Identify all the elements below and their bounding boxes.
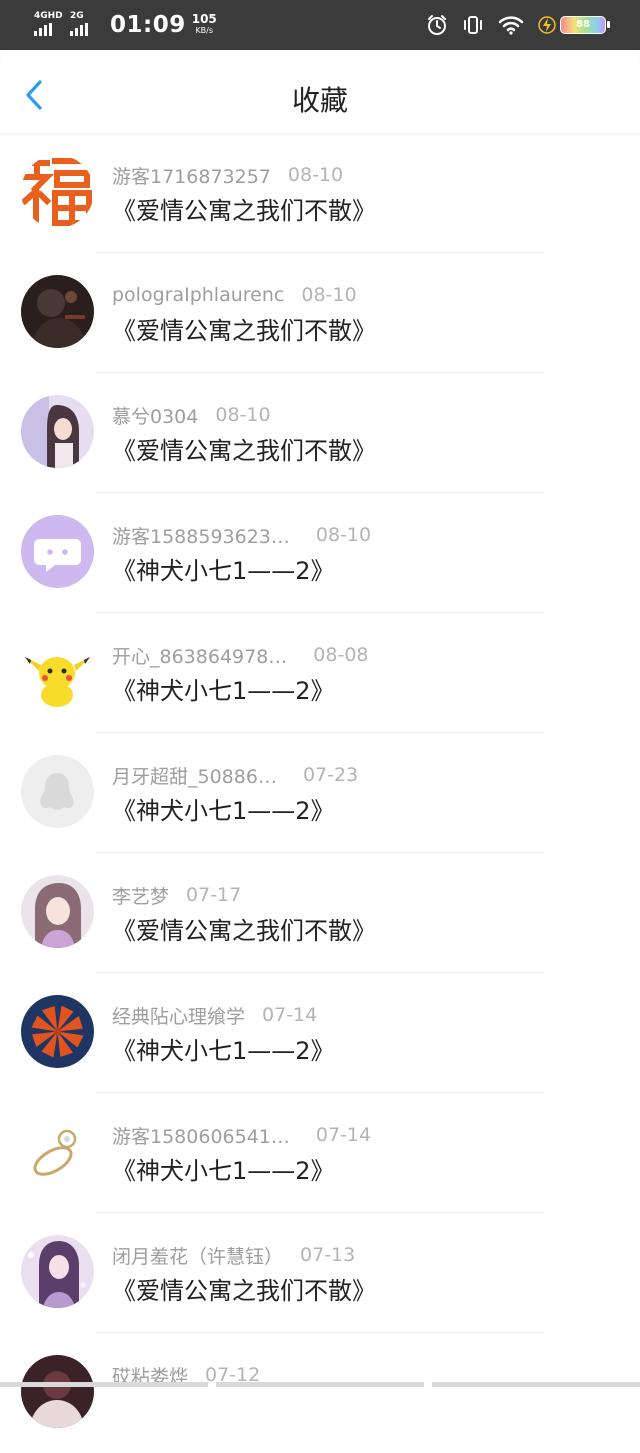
charging-icon <box>538 16 556 34</box>
list-item[interactable]: 闭月羞花（许慧钰） 07-13 《爱情公寓之我们不散》 <box>0 1213 640 1333</box>
username[interactable]: 月牙超甜_50886… <box>112 762 277 789</box>
item-meta: 李艺梦 07-17 <box>112 881 241 909</box>
date: 07-13 <box>300 1244 356 1266</box>
date: 08-08 <box>313 644 369 666</box>
orange-flower-avatar[interactable] <box>21 995 94 1068</box>
item-meta: 闭月羞花（许慧钰） 07-13 <box>112 1241 355 1269</box>
item-meta: 经典阽心理飨学 07-14 <box>112 1001 317 1029</box>
item-meta: 游客1580606541… 07-14 <box>112 1121 371 1149</box>
chat-bubble-avatar[interactable] <box>21 515 94 588</box>
page-title: 收藏 <box>291 84 348 117</box>
username[interactable]: 经典阽心理飨学 <box>112 1002 245 1029</box>
network-speed: 105 KB/s <box>191 12 217 35</box>
list-item[interactable]: 游客1716873257 08-10 《爱情公寓之我们不散》 <box>0 133 640 253</box>
dark-photo-avatar[interactable] <box>21 275 94 348</box>
battery-icon: 88 <box>560 16 610 34</box>
item-meta: 慕兮0304 08-10 <box>112 401 271 429</box>
list-item[interactable]: 月牙超甜_50886… 07-23 《神犬小七1——2》 <box>0 733 640 853</box>
book-title[interactable]: 《爱情公寓之我们不散》 <box>112 191 376 226</box>
item-meta: 月牙超甜_50886… 07-23 <box>112 761 358 789</box>
list-item[interactable]: 砹粘娄烨 07-12 <box>0 1333 640 1453</box>
wifi-icon <box>498 16 524 35</box>
list-item[interactable]: 游客1580606541… 07-14 《神犬小七1——2》 <box>0 1093 640 1213</box>
dark-photo-avatar[interactable] <box>21 1355 94 1428</box>
anime-girl-avatar[interactable] <box>21 395 94 468</box>
signal-4g-icon: 4GHD <box>34 10 66 40</box>
vibrate-icon <box>464 16 482 34</box>
page-header: 收藏 <box>0 50 640 133</box>
username[interactable]: 闭月羞花（许慧钰） <box>112 1242 283 1269</box>
username[interactable]: 慕兮0304 <box>112 402 198 429</box>
book-title[interactable]: 《神犬小七1——2》 <box>112 791 335 826</box>
clock: 01:09 <box>110 12 186 38</box>
date: 07-14 <box>315 1124 372 1146</box>
username[interactable]: 开心_863864978… <box>112 642 287 669</box>
anime-girl-avatar[interactable] <box>21 1235 94 1308</box>
username[interactable]: 游客1716873257 <box>112 162 271 189</box>
date: 08-10 <box>287 164 344 186</box>
fu-character-avatar[interactable] <box>21 155 94 228</box>
book-title[interactable]: 《神犬小七1——2》 <box>112 1031 335 1066</box>
ring-avatar[interactable] <box>21 1115 94 1188</box>
date: 08-10 <box>215 404 271 426</box>
status-bar: 4GHD 2G 01:09 105 KB/s 88 <box>0 0 640 50</box>
signal-2g-icon: 2G <box>70 10 102 40</box>
list-item[interactable]: polograIphlaurenc 08-10 《爱情公寓之我们不散》 <box>0 253 640 373</box>
item-meta: 开心_863864978… 08-08 <box>112 641 369 669</box>
pikachu-avatar[interactable] <box>21 635 94 708</box>
date: 08-10 <box>301 284 357 306</box>
bottom-indicator <box>0 1382 640 1387</box>
item-meta: 游客1588593623… 08-10 <box>112 521 371 549</box>
book-title[interactable]: 《爱情公寓之我们不散》 <box>112 911 376 946</box>
book-title[interactable]: 《爱情公寓之我们不散》 <box>112 311 376 346</box>
list-item[interactable]: 开心_863864978… 08-08 《神犬小七1——2》 <box>0 613 640 733</box>
username[interactable]: polograIphlaurenc <box>112 284 284 306</box>
favorites-list: 游客1716873257 08-10 《爱情公寓之我们不散》 polograIp… <box>0 133 640 1453</box>
item-meta: polograIphlaurenc 08-10 <box>112 281 357 309</box>
book-title[interactable]: 《爱情公寓之我们不散》 <box>112 1271 376 1306</box>
book-title[interactable]: 《神犬小七1——2》 <box>112 671 335 706</box>
book-title[interactable]: 《神犬小七1——2》 <box>112 1151 335 1186</box>
date: 08-10 <box>315 524 372 546</box>
list-item[interactable]: 游客1588593623… 08-10 《神犬小七1——2》 <box>0 493 640 613</box>
date: 07-23 <box>302 764 359 786</box>
username[interactable]: 游客1580606541… <box>112 1122 290 1149</box>
anime-girl-avatar[interactable] <box>21 875 94 948</box>
list-item[interactable]: 经典阽心理飨学 07-14 《神犬小七1——2》 <box>0 973 640 1093</box>
username[interactable]: 游客1588593623… <box>112 522 290 549</box>
alarm-icon <box>428 15 446 35</box>
date: 07-14 <box>262 1004 318 1026</box>
book-title[interactable]: 《神犬小七1——2》 <box>112 551 335 586</box>
list-item[interactable]: 慕兮0304 08-10 《爱情公寓之我们不散》 <box>0 373 640 493</box>
list-item[interactable]: 李艺梦 07-17 《爱情公寓之我们不散》 <box>0 853 640 973</box>
username[interactable]: 李艺梦 <box>112 882 169 909</box>
item-meta: 游客1716873257 08-10 <box>112 161 343 189</box>
book-title[interactable]: 《爱情公寓之我们不散》 <box>112 431 376 466</box>
date: 07-17 <box>186 884 242 906</box>
default-penguin-avatar[interactable] <box>21 755 94 828</box>
